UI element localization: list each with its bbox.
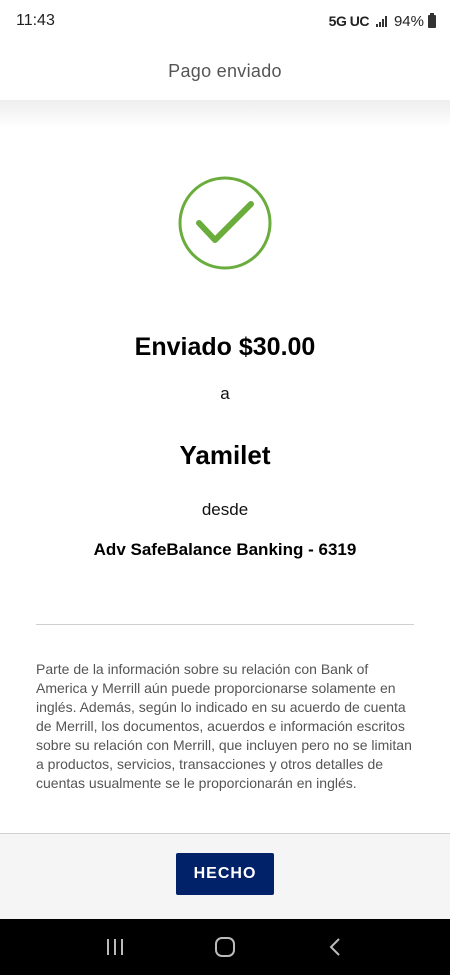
from-label: desde — [201, 500, 249, 519]
done-button[interactable]: HECHO — [176, 853, 274, 895]
network-type: 5G UC — [328, 13, 370, 29]
to-label: a — [220, 384, 230, 403]
battery-percent: 94% — [393, 12, 424, 30]
disclaimer-text: Parte de la información sobre su relació… — [36, 661, 412, 791]
check-circle-icon — [178, 176, 272, 270]
status-bar: 11:43 5G UC 94% — [0, 0, 450, 42]
signal-icon — [375, 15, 387, 27]
page-header: Pago enviado — [0, 42, 450, 100]
divider — [36, 624, 414, 625]
payment-sent-screen: 11:43 5G UC 94% Pago enviado Enviado $30… — [0, 0, 450, 975]
sent-amount: Enviado $30.00 — [134, 333, 316, 361]
status-time: 11:43 — [16, 12, 55, 29]
recent-apps-icon[interactable] — [95, 927, 135, 967]
system-nav-bar — [0, 919, 450, 975]
status-indicators: 5G UC 94% — [328, 12, 436, 30]
footer: HECHO — [0, 833, 450, 919]
page-title: Pago enviado — [168, 60, 282, 81]
source-account: Adv SafeBalance Banking - 6319 — [93, 540, 357, 559]
header-shadow — [0, 100, 450, 128]
home-icon[interactable] — [205, 927, 245, 967]
battery-icon — [428, 12, 436, 28]
back-icon[interactable] — [315, 927, 355, 967]
recipient-name: Yamilet — [179, 440, 271, 470]
